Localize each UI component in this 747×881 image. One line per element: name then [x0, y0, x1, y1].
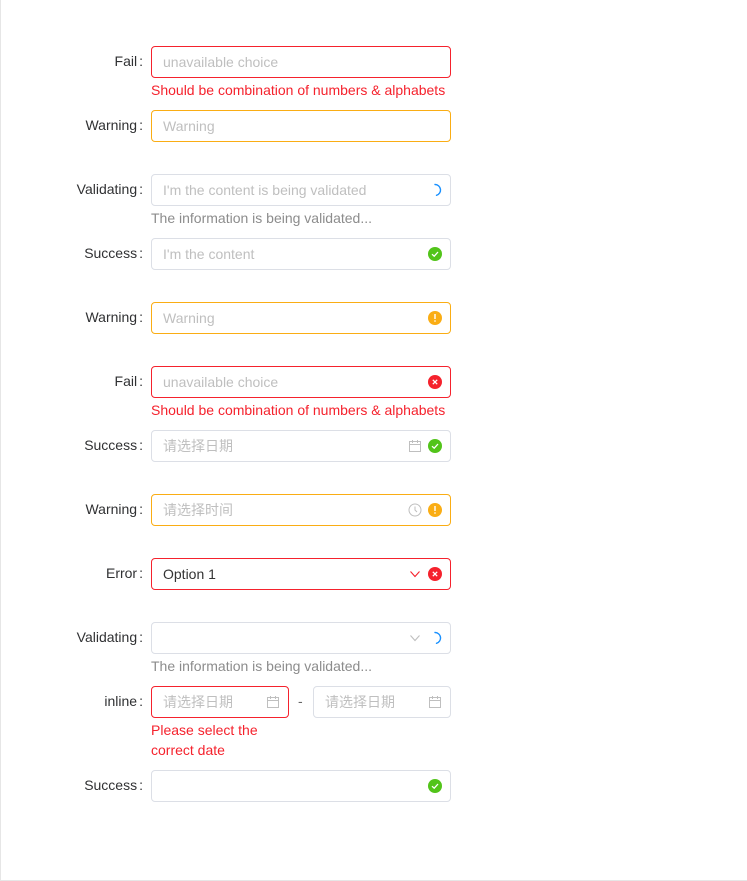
calendar-icon: [267, 696, 279, 708]
form-item-error-select: Error: Option 1: [1, 558, 747, 590]
form-item-success-date: Success:: [1, 430, 747, 462]
field-label: Warning:: [85, 309, 143, 325]
time-picker[interactable]: [151, 494, 451, 526]
success-input[interactable]: [163, 239, 403, 269]
form-item-success-number: Success:: [1, 770, 747, 802]
check-circle-icon: [428, 439, 442, 453]
warning-feedback-input[interactable]: [163, 303, 403, 333]
date-picker[interactable]: [151, 430, 451, 462]
field-label: inline:: [104, 693, 143, 709]
end-date-input[interactable]: [325, 687, 415, 717]
validating-input[interactable]: [163, 175, 403, 205]
start-date-input[interactable]: [163, 687, 253, 717]
error-message-line: correct date: [151, 742, 225, 758]
form-item-success: Success:: [1, 238, 747, 270]
end-date-picker[interactable]: [313, 686, 451, 718]
field-label: Fail:: [114, 373, 143, 389]
fail-input-wrapper[interactable]: [151, 46, 451, 78]
check-circle-icon: [428, 779, 442, 793]
field-label: Success:: [84, 437, 143, 453]
form-item-warning: Warning:: [1, 110, 747, 142]
warning-input-wrapper[interactable]: [151, 110, 451, 142]
exclamation-circle-icon: [428, 311, 442, 325]
error-message-line: Please select the: [151, 722, 258, 738]
validating-input-wrapper[interactable]: [151, 174, 451, 206]
form-item-validating-select: Validating: The information is being val…: [1, 622, 747, 674]
clock-icon: [408, 503, 422, 517]
warning-feedback-input-wrapper[interactable]: [151, 302, 451, 334]
check-circle-icon: [428, 247, 442, 261]
time-input[interactable]: [163, 495, 403, 525]
close-circle-icon: [428, 375, 442, 389]
loading-icon: [434, 183, 442, 196]
error-select[interactable]: Option 1: [151, 558, 451, 590]
field-label: Success:: [84, 245, 143, 261]
field-label: Warning:: [85, 501, 143, 517]
close-circle-icon: [428, 567, 442, 581]
calendar-icon: [429, 696, 441, 708]
error-message: Please select the correct date: [151, 720, 258, 760]
success-input[interactable]: [163, 771, 403, 801]
exclamation-circle-icon: [428, 503, 442, 517]
form-item-warning-feedback: Warning:: [1, 302, 747, 334]
warning-input[interactable]: [163, 111, 403, 141]
field-label: Success:: [84, 777, 143, 793]
form-item-warning-time: Warning:: [1, 494, 747, 526]
field-label: Warning:: [85, 117, 143, 133]
selected-option: Option 1: [163, 566, 216, 582]
form-item-fail: Fail: Should be combination of numbers &…: [1, 46, 747, 98]
chevron-down-icon: [410, 571, 420, 578]
fail-feedback-input[interactable]: [163, 367, 403, 397]
field-label: Error:: [105, 565, 143, 581]
success-input-wrapper[interactable]: [151, 770, 451, 802]
range-separator: -: [298, 693, 303, 709]
error-message: Should be combination of numbers & alpha…: [151, 402, 446, 418]
field-label: Fail:: [114, 53, 143, 69]
date-input[interactable]: [163, 431, 403, 461]
validating-message: The information is being validated...: [151, 658, 373, 674]
form-item-inline: inline: - Please select the correct date: [1, 686, 747, 758]
error-message: Should be combination of numbers & alpha…: [151, 82, 446, 98]
form-item-fail-feedback: Fail: Should be combination of numbers &…: [1, 366, 747, 418]
success-input-wrapper[interactable]: [151, 238, 451, 270]
loading-icon: [434, 631, 442, 644]
calendar-icon: [409, 440, 421, 452]
form-item-validating: Validating: The information is being val…: [1, 174, 747, 226]
start-date-picker[interactable]: [151, 686, 289, 718]
field-label: Validating:: [76, 181, 143, 197]
chevron-down-icon: [410, 635, 420, 642]
validating-message: The information is being validated...: [151, 210, 373, 226]
form-container: Fail: Should be combination of numbers &…: [0, 0, 747, 881]
validating-select[interactable]: [151, 622, 451, 654]
fail-feedback-input-wrapper[interactable]: [151, 366, 451, 398]
field-label: Validating:: [76, 629, 143, 645]
fail-input[interactable]: [163, 47, 403, 77]
